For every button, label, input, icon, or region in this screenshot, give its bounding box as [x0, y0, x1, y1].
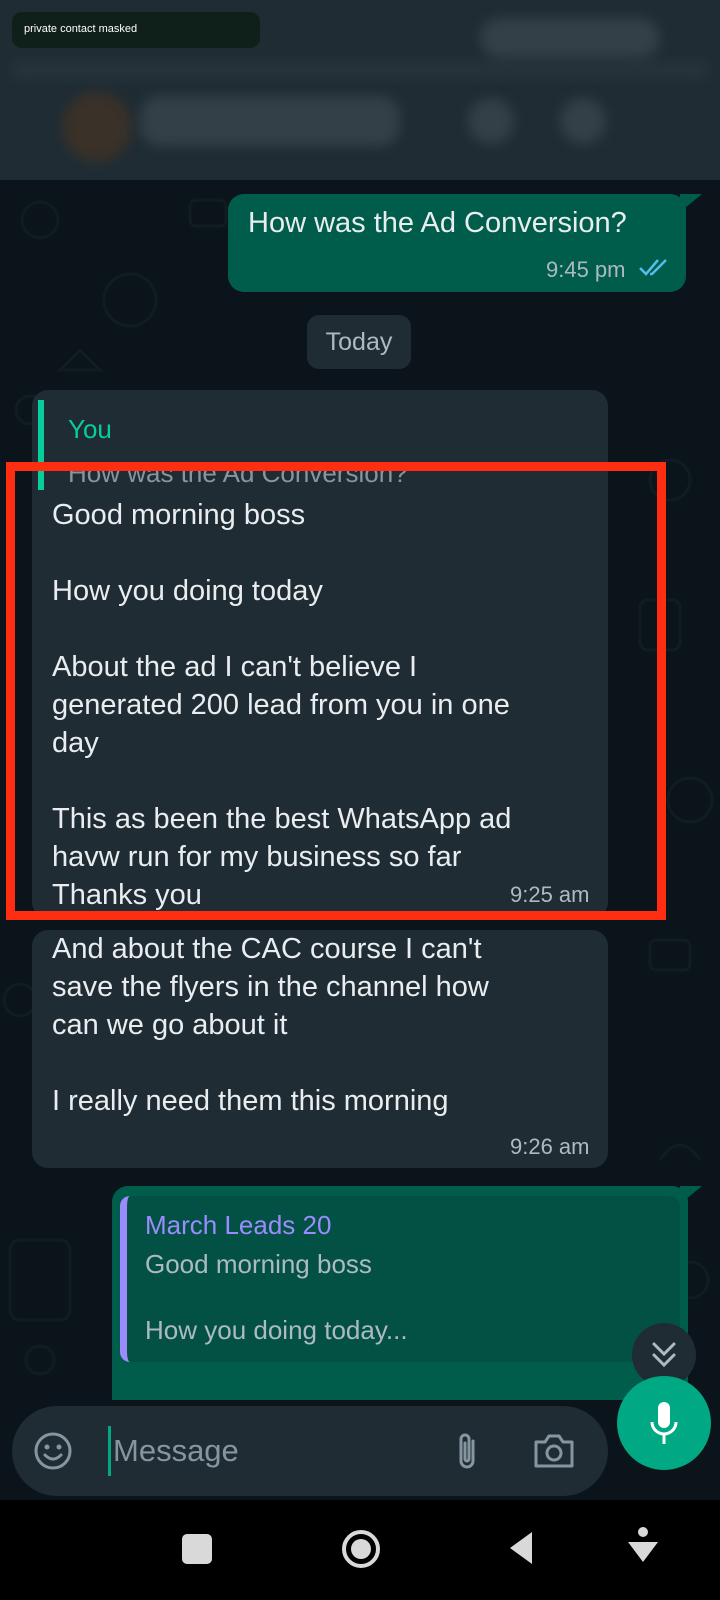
quote-author: You — [68, 414, 112, 444]
message-incoming[interactable]: And about the CAC course I can't save th… — [32, 930, 608, 1168]
message-incoming-highlighted[interactable]: You How was the Ad Conversion? Good morn… — [32, 390, 608, 918]
bubble-tail-outgoing — [680, 194, 702, 212]
mic-icon — [650, 1402, 678, 1444]
system-navigation-bar — [0, 1500, 720, 1600]
home-button[interactable] — [340, 1528, 382, 1575]
quoted-message[interactable]: You How was the Ad Conversion? — [38, 400, 598, 490]
voice-call-icon[interactable] — [560, 98, 606, 144]
voice-message-button[interactable] — [617, 1376, 711, 1470]
message-time: 9:25 am — [510, 882, 590, 907]
back-triangle-icon — [510, 1532, 532, 1564]
message-text: And about the CAC course I can't save th… — [52, 933, 489, 1117]
emoji-icon — [34, 1432, 72, 1470]
back-button[interactable] — [506, 1530, 536, 1571]
message-outgoing[interactable]: How was the Ad Conversion? 9:45 pm — [228, 194, 686, 292]
quote-author: March Leads 20 — [145, 1210, 332, 1240]
attach-button[interactable] — [444, 1428, 490, 1474]
message-time: 9:26 am — [510, 1134, 590, 1159]
recent-apps-button[interactable] — [182, 1534, 212, 1564]
video-call-icon[interactable] — [468, 98, 514, 144]
message-text: How was the Ad Conversion? — [248, 207, 627, 239]
quote-text: How was the Ad Conversion? — [68, 458, 408, 488]
quoted-message[interactable]: March Leads 20 Good morning boss How you… — [120, 1196, 680, 1362]
date-separator: Today — [307, 315, 411, 369]
message-composer — [0, 1376, 720, 1500]
chat-area[interactable]: How was the Ad Conversion? 9:45 pm Today… — [0, 180, 720, 1400]
chat-header: private contact masked — [0, 0, 720, 180]
quote-text: Good morning boss How you doing today... — [145, 1249, 408, 1345]
accessibility-icon — [628, 1527, 658, 1562]
message-outgoing-reply[interactable]: March Leads 20 Good morning boss How you… — [112, 1186, 688, 1400]
masked-contact-label: private contact masked — [12, 12, 260, 48]
paperclip-icon — [459, 1433, 475, 1469]
camera-icon — [534, 1434, 574, 1468]
message-time: 9:45 pm — [546, 257, 626, 282]
double-chevron-down-icon — [652, 1342, 676, 1368]
message-input[interactable] — [108, 1426, 438, 1476]
message-text: Good morning boss How you doing today Ab… — [52, 499, 512, 911]
blurred-header-action — [480, 18, 660, 58]
contact-avatar[interactable] — [62, 92, 132, 162]
camera-button[interactable] — [530, 1428, 578, 1474]
double-check-icon — [638, 256, 674, 283]
blurred-contact-name[interactable] — [140, 96, 400, 146]
emoji-button[interactable] — [30, 1428, 76, 1474]
message-input-pill[interactable] — [12, 1406, 608, 1496]
assistant-button[interactable] — [626, 1526, 660, 1571]
bubble-tail-outgoing — [680, 1186, 702, 1204]
header-bar-fill — [10, 60, 710, 80]
home-circle-icon — [342, 1530, 380, 1568]
